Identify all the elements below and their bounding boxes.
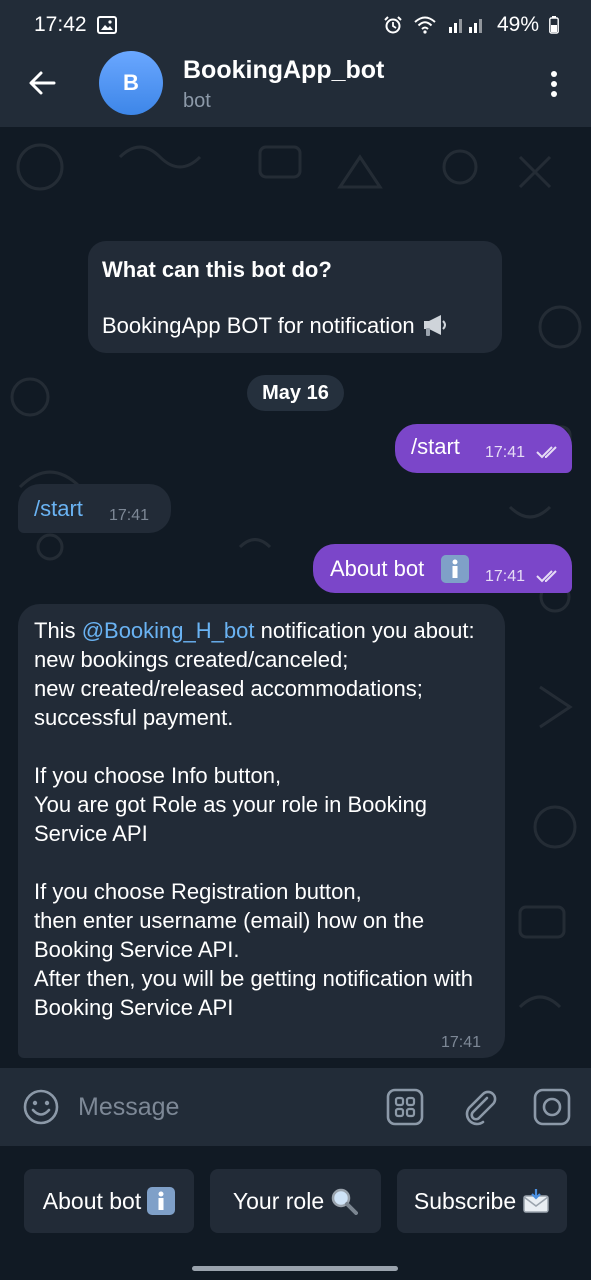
more-vertical-icon[interactable]: [540, 66, 568, 102]
double-check-icon: [536, 445, 562, 464]
message-text: /start: [411, 434, 460, 459]
chat-subtitle: bot: [183, 90, 211, 112]
keyboard-button-label: About bot: [42, 1187, 142, 1214]
command-link[interactable]: /start: [34, 496, 83, 522]
message-time: 17:41: [441, 1034, 482, 1051]
info-emoji-icon: [147, 1187, 176, 1215]
megaphone-icon: [421, 311, 449, 339]
incoming-message[interactable]: This @Booking_H_bot notification you abo…: [18, 604, 505, 1058]
attach-paperclip-icon[interactable]: [461, 1088, 501, 1128]
status-bar: 17:42 49%: [0, 0, 591, 50]
double-check-icon: [536, 569, 562, 588]
mention-link[interactable]: @Booking_H_bot: [82, 618, 255, 643]
message-time: 17:41: [485, 568, 526, 585]
emoji-icon[interactable]: [22, 1088, 60, 1126]
bot-avatar[interactable]: B: [99, 51, 163, 115]
message-time: 17:41: [485, 444, 526, 461]
chat-title[interactable]: BookingApp_bot: [183, 56, 384, 85]
avatar-letter: B: [123, 70, 139, 95]
bot-info-title: What can this bot do?: [102, 257, 332, 282]
outgoing-message[interactable]: /start 17:41: [395, 424, 572, 473]
chat-area[interactable]: What can this bot do? BookingApp BOT for…: [0, 127, 591, 1068]
bot-info-body: BookingApp BOT for notification: [102, 311, 488, 339]
gallery-notification-icon: [96, 16, 117, 34]
message-time: 17:41: [109, 507, 150, 524]
chat-header: B BookingApp_bot bot: [0, 50, 591, 127]
date-separator: May 16: [247, 375, 344, 411]
battery-percent: 49%: [496, 13, 539, 36]
reply-keyboard: About bot Your role Subscribe: [0, 1146, 591, 1280]
battery-icon: [549, 16, 559, 34]
message-prefix: This: [34, 618, 82, 643]
alarm-icon: [383, 15, 403, 35]
back-arrow-icon[interactable]: [24, 65, 60, 101]
keyboard-button-label: Your role: [232, 1187, 325, 1214]
message-suffix: notification you about:: [254, 618, 475, 643]
outgoing-message[interactable]: About bot 17:41: [313, 544, 572, 593]
message-text: About bot: [330, 556, 425, 581]
volte-signal-icon: [447, 15, 487, 35]
message-body: new bookings created/canceled; new creat…: [34, 647, 474, 1020]
bot-info-text: BookingApp BOT for notification: [102, 313, 415, 338]
camera-icon[interactable]: [533, 1088, 573, 1128]
message-input[interactable]: [78, 1086, 358, 1128]
status-right: 49%: [383, 13, 559, 37]
bot-info-card: What can this bot do? BookingApp BOT for…: [88, 241, 502, 353]
gesture-nav-bar[interactable]: [192, 1266, 398, 1271]
magnifier-emoji-icon: [330, 1187, 359, 1215]
status-left: 17:42: [34, 13, 117, 37]
wifi-icon: [413, 15, 437, 35]
keyboard-button-your-role[interactable]: Your role: [210, 1169, 381, 1233]
message-input-bar: [0, 1068, 591, 1146]
envelope-emoji-icon: [522, 1187, 550, 1215]
status-time: 17:42: [34, 13, 87, 36]
message-long-text: This @Booking_H_bot notification you abo…: [34, 616, 489, 645]
incoming-message[interactable]: /start 17:41: [18, 484, 171, 533]
keyboard-button-about-bot[interactable]: About bot: [24, 1169, 194, 1233]
keyboard-button-subscribe[interactable]: Subscribe: [397, 1169, 567, 1233]
bot-keyboard-icon[interactable]: [386, 1088, 426, 1128]
info-emoji-icon: [441, 555, 469, 583]
keyboard-button-label: Subscribe: [413, 1187, 517, 1214]
